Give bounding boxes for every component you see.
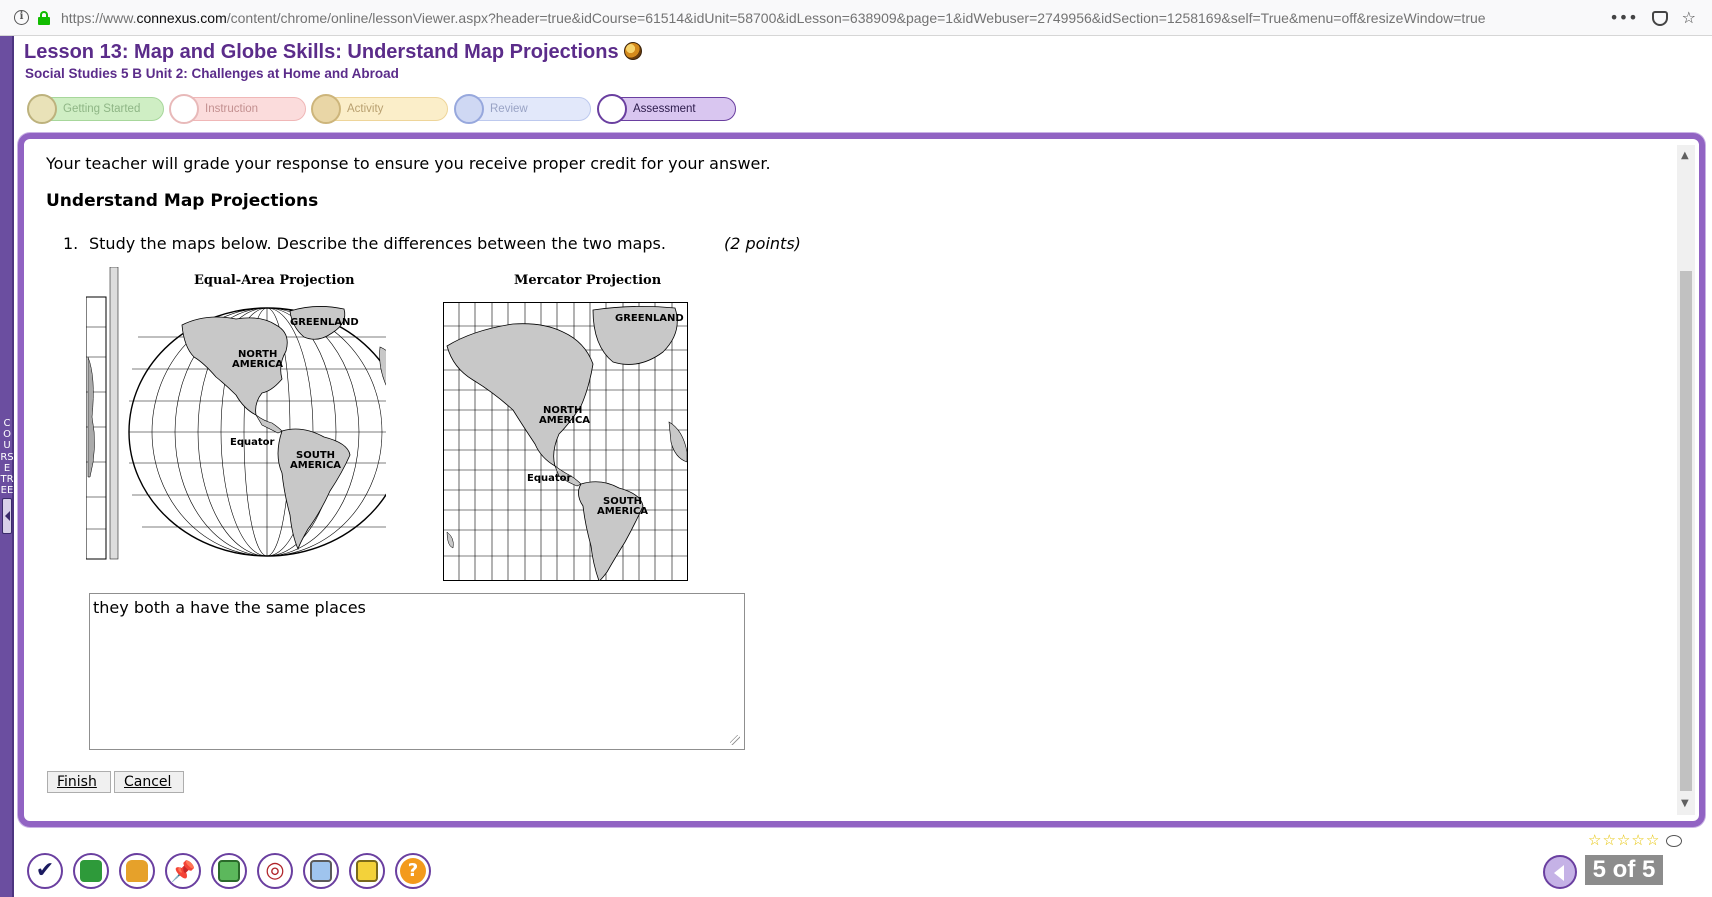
mercator-map-title: Mercator Projection <box>514 273 662 288</box>
previous-page-button[interactable] <box>1543 855 1577 889</box>
pocket-icon[interactable] <box>1651 10 1668 26</box>
equal-area-map-image: GREENLAND NORTH AMERICA Equator SOUTH AM… <box>86 267 386 560</box>
calculator-icon[interactable] <box>211 853 247 889</box>
lesson-title: Lesson 13: Map and Globe Skills: Underst… <box>24 41 619 63</box>
backpack-icon[interactable] <box>119 853 155 889</box>
tab-assessment[interactable]: Assessment <box>597 94 736 124</box>
help-icon[interactable]: ? <box>395 853 431 889</box>
clipboard-pencil-icon <box>597 94 627 124</box>
answer-textarea[interactable] <box>89 593 745 750</box>
content-frame: Your teacher will grade your response to… <box>18 133 1705 827</box>
traffic-light-icon <box>27 94 57 124</box>
cancel-button[interactable]: Cancel <box>114 771 184 793</box>
page-counter: 5 of 5 <box>1585 855 1663 885</box>
globe-icon[interactable] <box>624 42 642 60</box>
tab-getting-started[interactable]: Getting Started <box>27 94 164 124</box>
finish-button[interactable]: Finish <box>47 771 111 793</box>
rating-star-icon[interactable]: ☆ <box>1646 833 1659 848</box>
tab-activity[interactable]: Activity <box>311 94 448 124</box>
assessment-content: Your teacher will grade your response to… <box>30 145 1690 815</box>
printer-icon[interactable] <box>349 853 385 889</box>
books-icon <box>311 94 341 124</box>
question-text: Study the maps below. Describe the diffe… <box>89 234 666 253</box>
tab-instruction[interactable]: Instruction <box>169 94 306 124</box>
question-points: (2 points) <box>724 234 801 253</box>
map-label-america: AMERICA <box>232 359 283 370</box>
checkmark-icon[interactable]: ✔ <box>27 853 63 889</box>
scrollbar-thumb[interactable] <box>1680 271 1692 791</box>
more-options-icon[interactable]: ••• <box>1609 8 1637 28</box>
map-label-greenland: GREENLAND <box>615 313 684 324</box>
lesson-rating[interactable]: ☆ ☆ ☆ ☆ ☆ <box>1588 833 1683 848</box>
scroll-down-icon[interactable]: ▼ <box>1681 799 1691 809</box>
rating-star-icon[interactable]: ☆ <box>1617 833 1630 848</box>
rating-star-icon[interactable]: ☆ <box>1631 833 1644 848</box>
comment-icon[interactable] <box>1666 834 1683 847</box>
course-subtitle: Social Studies 5 B Unit 2: Challenges at… <box>25 66 399 81</box>
book-icon[interactable] <box>73 853 109 889</box>
pushpin-icon[interactable]: 📌 <box>165 853 201 889</box>
tab-review[interactable]: Review <box>454 94 591 124</box>
grading-note: Your teacher will grade your response to… <box>46 154 771 173</box>
lock-icon[interactable] <box>37 10 51 25</box>
content-scrollbar[interactable]: ▲ ▼ <box>1677 145 1695 815</box>
rating-star-icon[interactable]: ☆ <box>1602 833 1615 848</box>
map-label-equator: Equator <box>230 437 275 448</box>
course-tree-toggle-handle[interactable] <box>2 498 12 534</box>
info-icon[interactable]: i <box>14 10 29 25</box>
scroll-up-icon[interactable]: ▲ <box>1681 151 1691 161</box>
target-icon[interactable]: ◎ <box>257 853 293 889</box>
rating-star-icon[interactable]: ☆ <box>1588 833 1601 848</box>
url-text[interactable]: https://www.connexus.com/content/chrome/… <box>61 10 1591 26</box>
section-heading: Understand Map Projections <box>46 191 319 211</box>
browser-actions: ••• ☆ <box>1609 8 1696 28</box>
textarea-resize-grip[interactable] <box>730 735 740 745</box>
course-tree-panel[interactable]: COURSE TREE <box>0 36 14 897</box>
browser-url-bar[interactable]: i https://www.connexus.com/content/chrom… <box>0 0 1712 36</box>
mercator-map-image: GREENLAND NORTH AMERICA Equator SOUTH AM… <box>443 302 688 581</box>
page-icon <box>169 94 199 124</box>
map-label-greenland: GREENLAND <box>290 317 359 328</box>
question-number: 1. <box>63 234 79 253</box>
course-tree-label: COURSE TREE <box>0 418 14 497</box>
monitor-icon[interactable] <box>303 853 339 889</box>
map-label-south-america: AMERICA <box>290 460 341 471</box>
map-label-equator: Equator <box>527 473 572 484</box>
map-label-south-america: AMERICA <box>597 506 648 517</box>
bookmark-star-icon[interactable]: ☆ <box>1682 8 1696 28</box>
review-cycle-icon <box>454 94 484 124</box>
map-label-america: AMERICA <box>539 415 590 426</box>
